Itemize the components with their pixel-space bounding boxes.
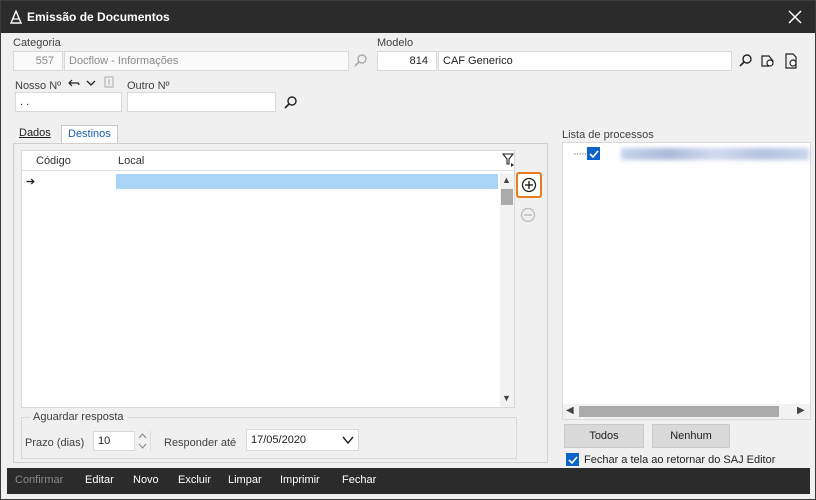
col-codigo[interactable]: Código [36,155,71,167]
vertical-scrollbar[interactable]: ▲ ▼ [500,173,514,407]
add-destino-button[interactable] [516,172,542,198]
tab-destinos[interactable]: Destinos [61,125,118,143]
novo-button[interactable]: Novo [133,474,159,486]
add-circle-icon [521,177,537,193]
title-bar: Emissão de Documentos [1,1,815,33]
tab-dados[interactable]: Dados [13,125,57,143]
nosso-numero-label: Nosso Nº [15,80,62,92]
action-bar: Confirmar Editar Novo Excluir Limpar Imp… [7,468,810,494]
search-icon[interactable] [353,53,369,69]
chevron-down-icon[interactable] [85,77,97,89]
lista-processos-label: Lista de processos [562,129,654,141]
scroll-left-icon[interactable]: ◀ [566,405,574,416]
prazo-label: Prazo (dias) [25,437,85,449]
responder-date-value: 17/05/2020 [251,434,307,446]
responder-label: Responder até [164,437,237,449]
grid-header: Código Local [22,151,514,171]
limpar-button[interactable]: Limpar [228,474,262,486]
stepper-up-icon[interactable] [138,433,147,439]
modelo-label: Modelo [377,37,414,49]
imprimir-button[interactable]: Imprimir [280,474,320,486]
stepper-down-icon[interactable] [138,443,147,449]
app-logo-icon [9,10,23,24]
outro-numero-label: Outro Nº [127,80,170,92]
confirmar-button[interactable]: Confirmar [15,474,63,486]
tab-label: Dados [19,127,51,139]
processo-item-redacted[interactable] [621,148,809,160]
horizontal-scrollbar[interactable]: ◀ ▶ [563,404,810,419]
categoria-code-field[interactable]: 557 [13,51,63,71]
excluir-button[interactable]: Excluir [178,474,211,486]
row-indicator-icon: ➔ [26,176,36,188]
filter-icon[interactable] [502,153,514,167]
search-doc-icon[interactable] [783,53,799,69]
scroll-right-icon[interactable]: ▶ [797,405,805,416]
processo-checkbox[interactable] [587,147,600,160]
undo-icon[interactable] [68,77,80,89]
categoria-name-field[interactable]: Docflow - Informações [64,51,349,71]
outro-numero-field[interactable] [127,92,276,112]
nenhum-button[interactable]: Nenhum [652,424,730,448]
destinos-grid: Código Local ➔ ▲ ▼ [21,150,515,408]
window: Emissão de Documentos Categoria 557 Docf… [0,0,816,500]
check-icon [568,456,578,465]
remove-circle-icon[interactable] [520,207,536,223]
prazo-stepper[interactable] [134,431,150,451]
chevron-down-icon[interactable] [342,435,354,445]
aguardar-legend: Aguardar resposta [30,411,127,423]
fechar-tela-label[interactable]: Fechar a tela ao retornar do SAJ Editor [584,454,775,466]
lista-processos: ····· ◀ ▶ [562,142,811,420]
scroll-thumb[interactable] [501,189,513,205]
modelo-name-field[interactable]: CAF Generico [438,51,732,71]
modelo-code-field[interactable]: 814 [377,51,437,71]
scroll-thumb[interactable] [579,406,779,417]
fechar-tela-checkbox[interactable] [566,453,579,466]
fechar-button[interactable]: Fechar [342,474,376,486]
selected-local-cell[interactable] [116,174,498,189]
responder-date-dropdown[interactable]: 17/05/2020 [246,429,359,451]
search-icon[interactable] [283,95,299,111]
table-row[interactable]: ➔ [22,173,500,190]
todos-button[interactable]: Todos [564,424,644,448]
editar-button[interactable]: Editar [85,474,114,486]
categoria-label: Categoria [13,37,61,49]
search-icon[interactable] [738,53,754,69]
window-title: Emissão de Documentos [27,10,170,24]
scroll-down-icon[interactable]: ▼ [502,393,511,403]
check-icon [589,150,599,159]
close-icon[interactable] [787,9,803,25]
tree-connector: ····· [573,148,587,160]
nosso-numero-field[interactable]: . . [15,92,122,112]
info-icon [104,76,114,88]
col-local[interactable]: Local [118,155,144,167]
scroll-up-icon[interactable]: ▲ [502,175,511,185]
search-tag-icon[interactable] [760,53,776,69]
